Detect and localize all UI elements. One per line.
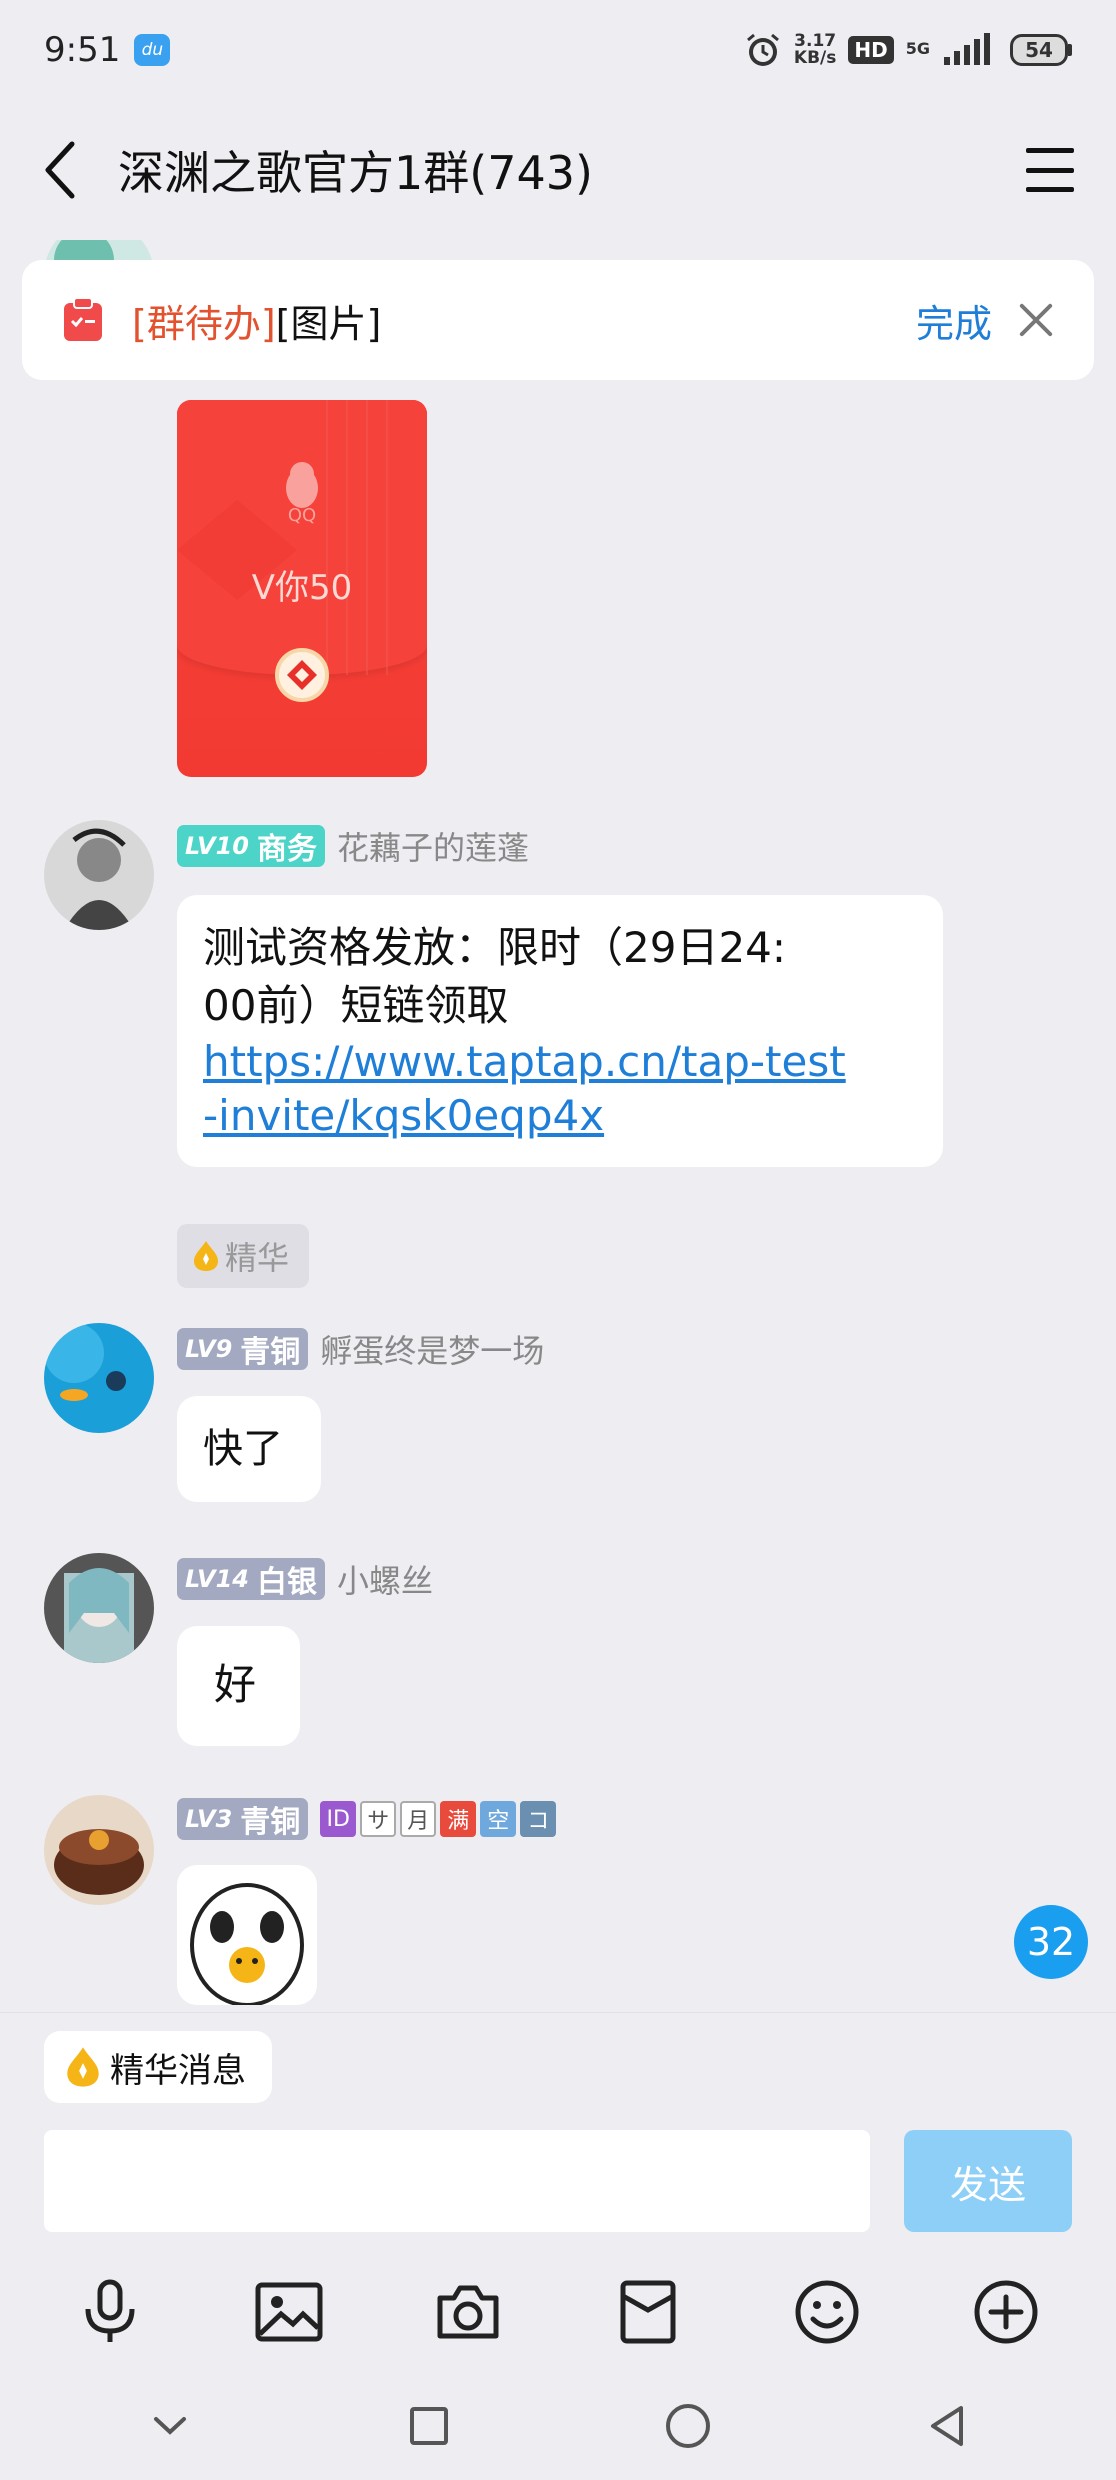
camera-icon [437, 2285, 499, 2339]
message-text: 00前）短链领取 [203, 981, 509, 1030]
emoji-button[interactable] [787, 2272, 867, 2352]
network-type: 5G [905, 39, 930, 58]
image-icon [255, 2282, 323, 2342]
level-badge: LV14 白银 [177, 1558, 325, 1600]
system-nav-bar [0, 2372, 1116, 2480]
chevron-down-icon [153, 2417, 186, 2435]
sticker-message[interactable] [177, 1865, 317, 2005]
message-bubble[interactable]: 好 [177, 1626, 300, 1746]
triangle-back-icon [930, 2406, 963, 2446]
medal-badge: サ [360, 1801, 397, 1837]
sender-nickname[interactable]: 花藕子的莲蓬 [337, 823, 529, 869]
flame-icon [67, 2047, 99, 2087]
status-time: 9:51 [44, 30, 121, 70]
avatar[interactable] [44, 1553, 154, 1663]
avatar[interactable] [44, 1795, 154, 1905]
qq-penguin-icon [286, 462, 318, 508]
sender-nickname[interactable]: 孵蛋终是梦一场 [320, 1326, 544, 1372]
square-icon [409, 2407, 448, 2445]
avatar[interactable] [44, 1323, 154, 1433]
level-badge: LV10 商务 [177, 825, 325, 867]
avatar-image [44, 1553, 154, 1663]
image-button[interactable] [249, 2272, 329, 2352]
back-button[interactable] [40, 130, 100, 210]
red-packet-pattern [177, 400, 388, 675]
sender-info: LV10 商务 花藕子的莲蓬 [177, 823, 529, 869]
red-packet-icon [620, 2280, 676, 2344]
plus-icon [974, 2280, 1038, 2344]
level-badge: LV3 青铜 [177, 1798, 309, 1840]
avatar[interactable] [44, 820, 154, 930]
essence-bar: 精华消息 [0, 2012, 1116, 2112]
chat-header: 深渊之歌官方1群(743) [0, 100, 1116, 240]
nav-collapse-button[interactable] [135, 2391, 205, 2461]
red-packet-title: V你50 [251, 568, 353, 608]
microphone-icon [85, 2279, 135, 2342]
signal-icon [944, 33, 990, 65]
sender-info: LV9 青铜 孵蛋终是梦一场 [177, 1326, 544, 1372]
medal-badge: 月 [400, 1801, 437, 1837]
red-packet-coin-icon [275, 648, 329, 702]
nav-home-button[interactable] [653, 2391, 723, 2461]
essence-messages-button[interactable]: 精华消息 [44, 2031, 272, 2103]
message-text: 快了 [203, 1426, 283, 1472]
avatar-image [44, 1795, 154, 1905]
back-arrow-icon [45, 141, 75, 199]
unread-count-badge[interactable]: 32 [1014, 1905, 1088, 1979]
message-text: 测试资格发放：限时（29日24: [203, 923, 787, 972]
sender-nickname[interactable]: 小螺丝 [337, 1556, 433, 1602]
message-bubble[interactable]: 测试资格发放：限时（29日24: 00前）短链领取 https://www.ta… [177, 895, 943, 1167]
close-icon[interactable] [1018, 302, 1054, 338]
avatar-image [44, 820, 154, 930]
message-bubble[interactable]: 快了 [177, 1396, 321, 1502]
voice-button[interactable] [70, 2272, 150, 2352]
todo-clipboard-icon [64, 297, 102, 341]
app-notification-icon: du [134, 34, 171, 66]
sender-info: LV3 青铜 ID サ月满空コ [177, 1798, 557, 1840]
composer-toolbar [0, 2252, 1116, 2372]
medal-badge: ID [320, 1801, 357, 1837]
chat-title: 深渊之歌官方1群(743) [118, 146, 593, 200]
alarm-icon [746, 33, 779, 66]
sticker-image [190, 1883, 304, 2005]
battery-icon: 54 [1010, 34, 1072, 66]
medal-badge: コ [520, 1801, 557, 1837]
more-button[interactable] [966, 2272, 1046, 2352]
status-bar: 9:51 du 3.17 KB/s HD 5G 54 [0, 0, 1116, 100]
essence-tag[interactable]: 精华 [177, 1224, 310, 1288]
red-packet-button[interactable] [608, 2272, 688, 2352]
status-icons: 3.17 KB/s HD 5G 54 [744, 31, 1072, 69]
nav-back-button[interactable] [912, 2391, 982, 2461]
message-text: 好 [214, 1660, 257, 1709]
circle-icon [665, 2404, 710, 2448]
medal-badge: 空 [480, 1801, 517, 1837]
message-input[interactable] [44, 2130, 870, 2232]
sender-info: LV14 白银 小螺丝 [177, 1556, 433, 1602]
message-link[interactable]: https://www.taptap.cn/tap-test -invite/k… [203, 1035, 917, 1143]
flame-icon [194, 1241, 218, 1271]
todo-text: [群待办][图片] [132, 301, 382, 346]
network-speed: 3.17 KB/s [793, 31, 837, 68]
message-list[interactable]: QQ V你50 LV10 商务 花藕子的莲蓬 测试资格发放：限时（29日24: … [0, 240, 1116, 2010]
hd-icon: HD [848, 36, 894, 64]
menu-button[interactable] [1022, 142, 1078, 198]
red-packet-brand: QQ [287, 505, 317, 526]
battery-level: 54 [1010, 34, 1068, 66]
medal-badge: 满 [440, 1801, 477, 1837]
send-button[interactable]: 发送 [904, 2130, 1072, 2232]
camera-button[interactable] [428, 2272, 508, 2352]
red-packet[interactable]: QQ V你50 [177, 400, 427, 777]
avatar-image [44, 1323, 154, 1433]
group-todo-banner[interactable]: [群待办][图片] 完成 [22, 260, 1094, 380]
todo-done-button[interactable]: 完成 [916, 293, 992, 348]
nav-recents-button[interactable] [394, 2391, 464, 2461]
emoji-icon [795, 2280, 859, 2344]
level-badge: LV9 青铜 [177, 1328, 309, 1370]
medal-row: ID サ月满空コ [320, 1801, 557, 1837]
composer: 发送 [0, 2112, 1116, 2252]
